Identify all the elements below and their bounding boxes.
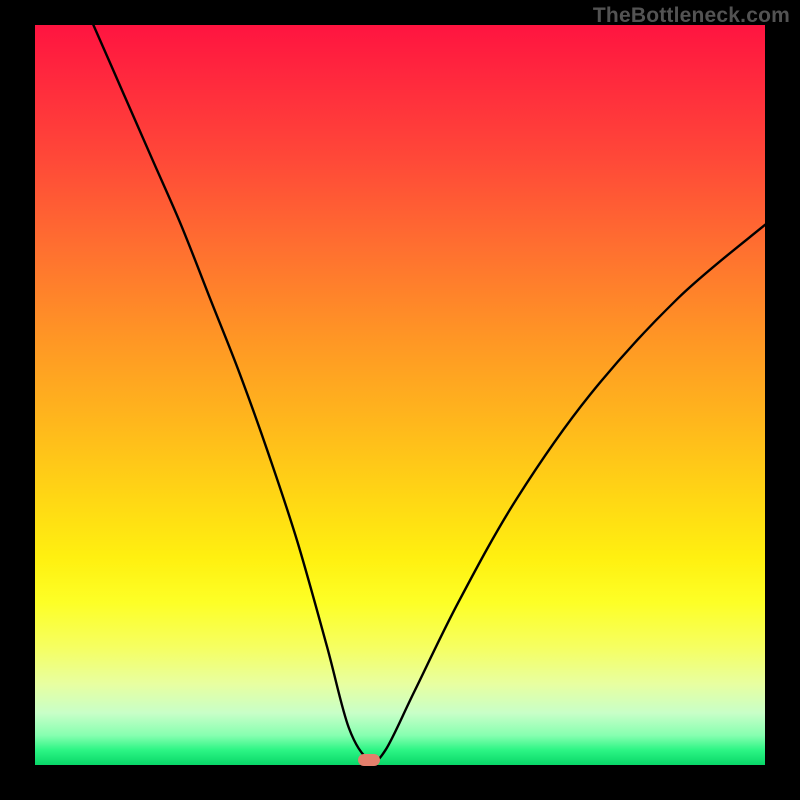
curve-svg	[35, 25, 765, 765]
bottleneck-curve	[93, 25, 765, 762]
plot-area	[35, 25, 765, 765]
chart-frame: TheBottleneck.com	[0, 0, 800, 800]
optimal-marker	[358, 754, 380, 766]
watermark-text: TheBottleneck.com	[593, 4, 790, 28]
